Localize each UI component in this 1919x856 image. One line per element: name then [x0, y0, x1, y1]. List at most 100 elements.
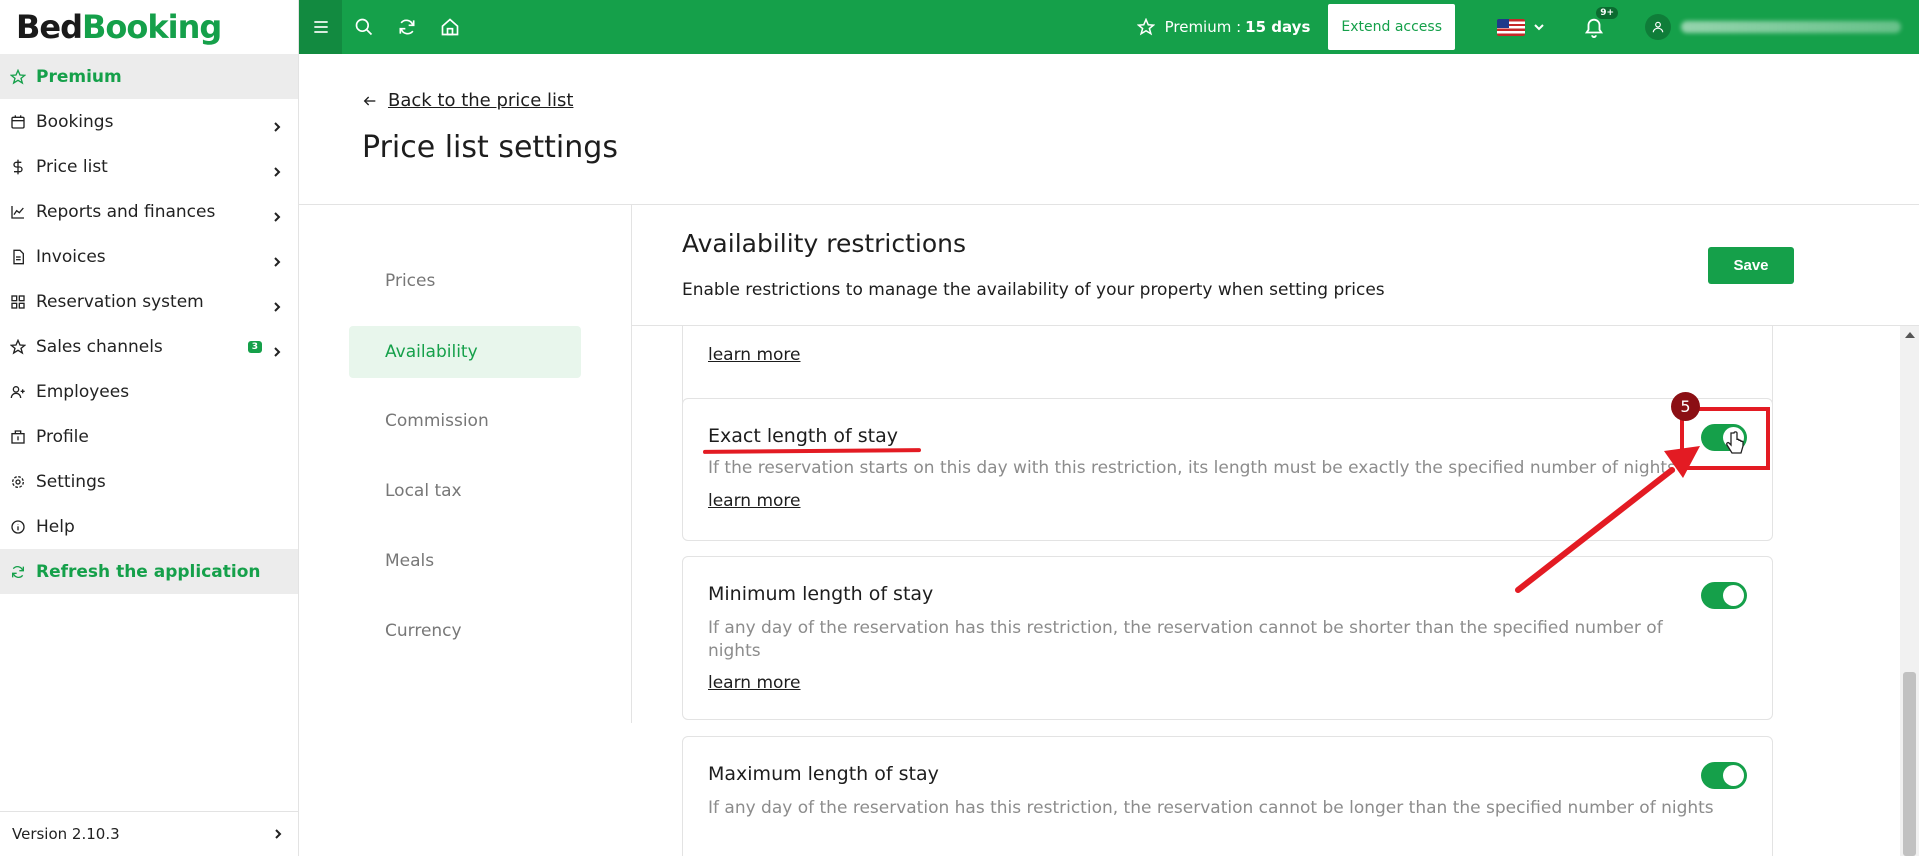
sidebar-item-label: Reports and finances [36, 201, 216, 222]
sidebar-item-sales-channels[interactable]: Sales channels 3 [0, 324, 298, 369]
logo-text-bed: Bed [16, 8, 83, 46]
restriction-card-exact-length: Exact length of stay If the reservation … [682, 398, 1773, 541]
sidebar-item-reservation-system[interactable]: Reservation system [0, 279, 298, 324]
restriction-title: Minimum length of stay [708, 583, 934, 605]
sidebar-item-label: Profile [36, 426, 89, 447]
restriction-description: If the reservation starts on this day wi… [708, 458, 1676, 478]
tab-availability[interactable]: Availability [349, 326, 581, 378]
chevron-right-icon [272, 252, 282, 267]
sidebar-item-label: Refresh the application [36, 561, 261, 582]
restrictions-list[interactable]: learn more Exact length of stay If the r… [632, 326, 1900, 856]
minimum-length-toggle[interactable] [1701, 582, 1747, 609]
annotation-step-badge: 5 [1671, 392, 1700, 421]
notifications-button[interactable]: 9+ [1583, 7, 1618, 38]
sidebar-item-price-list[interactable]: Price list [0, 144, 298, 189]
back-to-price-list-link[interactable]: Back to the price list [362, 90, 573, 111]
building-icon [10, 429, 26, 445]
restriction-card-maximum-length: Maximum length of stay If any day of the… [682, 736, 1773, 856]
chevron-right-icon [272, 117, 282, 132]
sidebar-item-help[interactable]: Help [0, 504, 298, 549]
sidebar-item-employees[interactable]: Employees [0, 369, 298, 414]
page-header: Back to the price list Price list settin… [299, 54, 1919, 205]
arrow-left-icon [363, 96, 376, 105]
premium-status[interactable]: Premium :15 days [1136, 18, 1310, 36]
extend-access-button[interactable]: Extend access [1328, 4, 1455, 50]
sync-icon [399, 19, 414, 35]
menu-button[interactable] [299, 0, 342, 54]
learn-more-link[interactable]: learn more [708, 345, 801, 365]
search-button[interactable] [342, 0, 385, 54]
sidebar-item-reports[interactable]: Reports and finances [0, 189, 298, 234]
tab-commission[interactable]: Commission [349, 395, 581, 447]
page-title: Price list settings [362, 130, 618, 165]
language-dropdown[interactable] [1533, 21, 1545, 33]
settings-tabs: Prices Availability Commission Local tax… [299, 205, 632, 723]
chevron-right-icon [272, 342, 282, 357]
us-flag-icon[interactable] [1497, 18, 1525, 36]
restriction-title: Exact length of stay [708, 425, 899, 447]
logo-text-booking: Booking [82, 8, 222, 46]
sidebar-item-label: Settings [36, 471, 106, 492]
tab-prices[interactable]: Prices [349, 255, 581, 307]
restriction-title: Maximum length of stay [708, 763, 939, 785]
learn-more-link[interactable]: learn more [708, 491, 801, 511]
tab-meals[interactable]: Meals [349, 535, 581, 587]
user-add-icon [10, 384, 26, 400]
calendar-icon [10, 114, 26, 130]
availability-header: Availability restrictions Enable restric… [632, 205, 1919, 326]
avatar[interactable] [1645, 14, 1671, 40]
version-footer[interactable]: Version 2.10.3 [0, 811, 299, 856]
chevron-right-icon [272, 297, 282, 312]
learn-more-link[interactable]: learn more [708, 673, 801, 693]
app-logo[interactable]: Bed Booking [0, 0, 298, 54]
sidebar-item-label: Employees [36, 381, 130, 402]
sync-button[interactable] [385, 0, 428, 54]
star-icon [1136, 18, 1155, 36]
sidebar-item-premium[interactable]: Premium [0, 54, 298, 99]
save-button[interactable]: Save [1708, 247, 1794, 284]
tab-currency[interactable]: Currency [349, 605, 581, 657]
premium-label: Premium : [1164, 18, 1242, 36]
user-email-redacted[interactable] [1681, 21, 1901, 33]
refresh-icon [10, 564, 26, 580]
sidebar-item-label: Help [36, 516, 75, 537]
restriction-description: If any day of the reservation has this r… [708, 798, 1714, 818]
chevron-right-icon [272, 207, 282, 222]
info-icon [10, 519, 26, 535]
home-icon [441, 18, 458, 36]
version-label: Version 2.10.3 [12, 825, 120, 843]
sidebar-item-label: Bookings [36, 111, 114, 132]
hamburger-icon [313, 21, 328, 33]
content-scrollbar[interactable] [1900, 326, 1919, 856]
restriction-description: If any day of the reservation has this r… [708, 618, 1663, 661]
user-icon [1652, 21, 1664, 33]
sidebar-item-refresh[interactable]: Refresh the application [0, 549, 298, 594]
sidebar-item-label: Premium [36, 66, 122, 87]
maximum-length-toggle[interactable] [1701, 762, 1747, 789]
sidebar-item-label: Reservation system [36, 291, 204, 312]
gear-icon [10, 474, 26, 490]
sidebar-item-settings[interactable]: Settings [0, 459, 298, 504]
home-button[interactable] [428, 0, 471, 54]
sales-channels-badge: 3 [247, 340, 262, 353]
top-bar: Premium :15 days Extend access 9+ [299, 0, 1919, 54]
scrollbar-thumb[interactable] [1903, 672, 1916, 856]
tab-local-tax[interactable]: Local tax [349, 465, 581, 517]
notification-badge: 9+ [1596, 7, 1618, 19]
section-subtitle: Enable restrictions to manage the availa… [682, 280, 1385, 300]
sidebar-item-bookings[interactable]: Bookings [0, 99, 298, 144]
sidebar-item-invoices[interactable]: Invoices [0, 234, 298, 279]
chevron-down-icon [1534, 24, 1544, 31]
dollar-icon [10, 159, 26, 175]
sidebar-item-label: Price list [36, 156, 108, 177]
invoice-icon [10, 249, 26, 265]
hand-cursor-icon [1726, 431, 1744, 454]
back-link-label: Back to the price list [388, 90, 574, 111]
sidebar-item-profile[interactable]: Profile [0, 414, 298, 459]
chevron-right-icon [272, 162, 282, 177]
sidebar-item-label: Sales channels [36, 336, 163, 357]
section-title: Availability restrictions [682, 229, 967, 258]
restriction-card-minimum-length: Minimum length of stay If any day of the… [682, 556, 1773, 720]
sidebar-item-label: Invoices [36, 246, 106, 267]
scroll-up-arrow-icon[interactable] [1905, 332, 1915, 338]
